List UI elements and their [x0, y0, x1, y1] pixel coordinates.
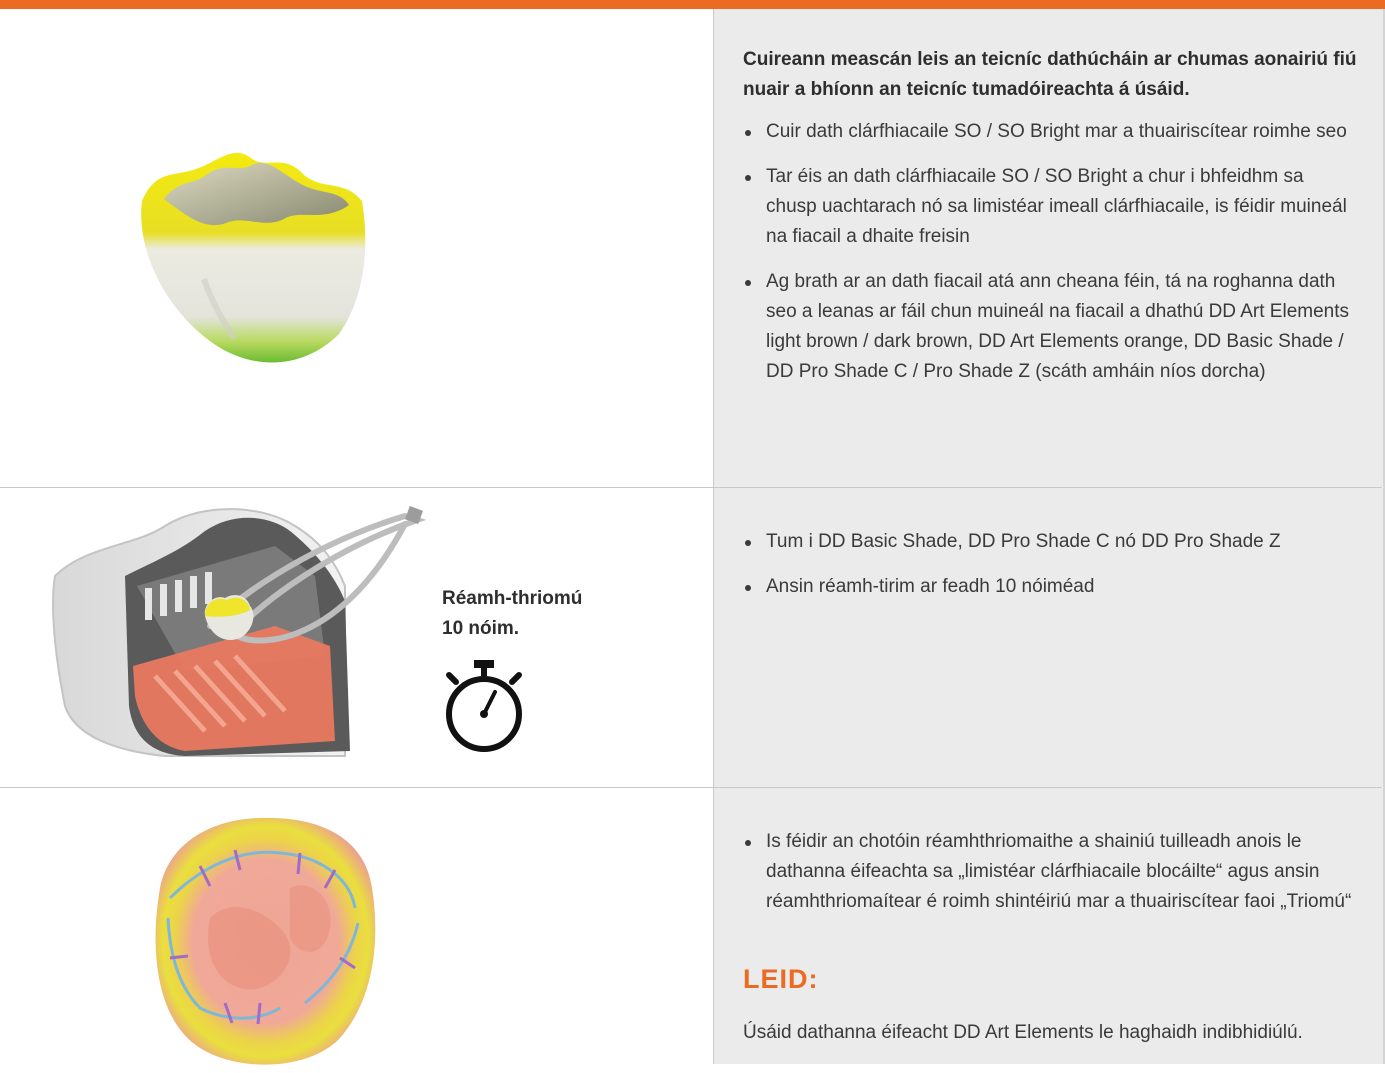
- illustration-cell: [0, 788, 712, 1065]
- bullet-list: Tum i DD Basic Shade, DD Pro Shade C nó …: [743, 527, 1353, 617]
- illustration-cell: Réamh-thriomú 10 nóim.: [0, 488, 712, 787]
- crown-occlusal-illustration: [155, 817, 376, 1065]
- list-item: Tar éis an dath clárfhiacaile SO / SO Br…: [743, 162, 1353, 252]
- pre-drying-title: Réamh-thriomú: [442, 588, 583, 609]
- list-item: Is féidir an chotóin réamhthriomaithe a …: [743, 827, 1353, 917]
- list-item: Ag brath ar an dath fiacail atá ann chea…: [743, 267, 1353, 387]
- table-row: Cuireann meascán leis an teicníc dathúch…: [0, 9, 1383, 488]
- crown-illustration: [141, 152, 366, 363]
- instruction-table: Cuireann meascán leis an teicníc dathúch…: [0, 9, 1383, 1065]
- pre-drying-label: Réamh-thriomú 10 nóim.: [442, 584, 582, 644]
- instruction-cell: Cuireann meascán leis an teicníc dathúch…: [713, 9, 1383, 487]
- bullet-list: Cuir dath clárfhiacaile SO / SO Bright m…: [743, 117, 1353, 402]
- instruction-cell: Tum i DD Basic Shade, DD Pro Shade C nó …: [713, 488, 1383, 787]
- instruction-cell: Is féidir an chotóin réamhthriomaithe a …: [713, 788, 1383, 1064]
- tip-title: LEID:: [743, 964, 819, 994]
- list-item: Ansin réamh-tirim ar feadh 10 nóiméad: [743, 572, 1353, 602]
- section-heading: Cuireann meascán leis an teicníc dathúch…: [743, 49, 1357, 100]
- oven-illustration: [52, 506, 427, 757]
- bullet-list: Is féidir an chotóin réamhthriomaithe a …: [743, 827, 1353, 932]
- table-row: Is féidir an chotóin réamhthriomaithe a …: [0, 788, 1383, 1065]
- list-item: Tum i DD Basic Shade, DD Pro Shade C nó …: [743, 527, 1353, 557]
- tip-text: Úsáid dathanna éifeacht DD Art Elements …: [743, 1022, 1303, 1043]
- table-row: Réamh-thriomú 10 nóim. Tum i DD Basic Sh…: [0, 488, 1383, 788]
- illustration-cell: [0, 9, 712, 487]
- list-item: Cuir dath clárfhiacaile SO / SO Bright m…: [743, 117, 1353, 147]
- stopwatch-icon: [446, 660, 522, 752]
- top-accent-bar: [0, 0, 1385, 9]
- pre-drying-duration: 10 nóim.: [442, 618, 520, 639]
